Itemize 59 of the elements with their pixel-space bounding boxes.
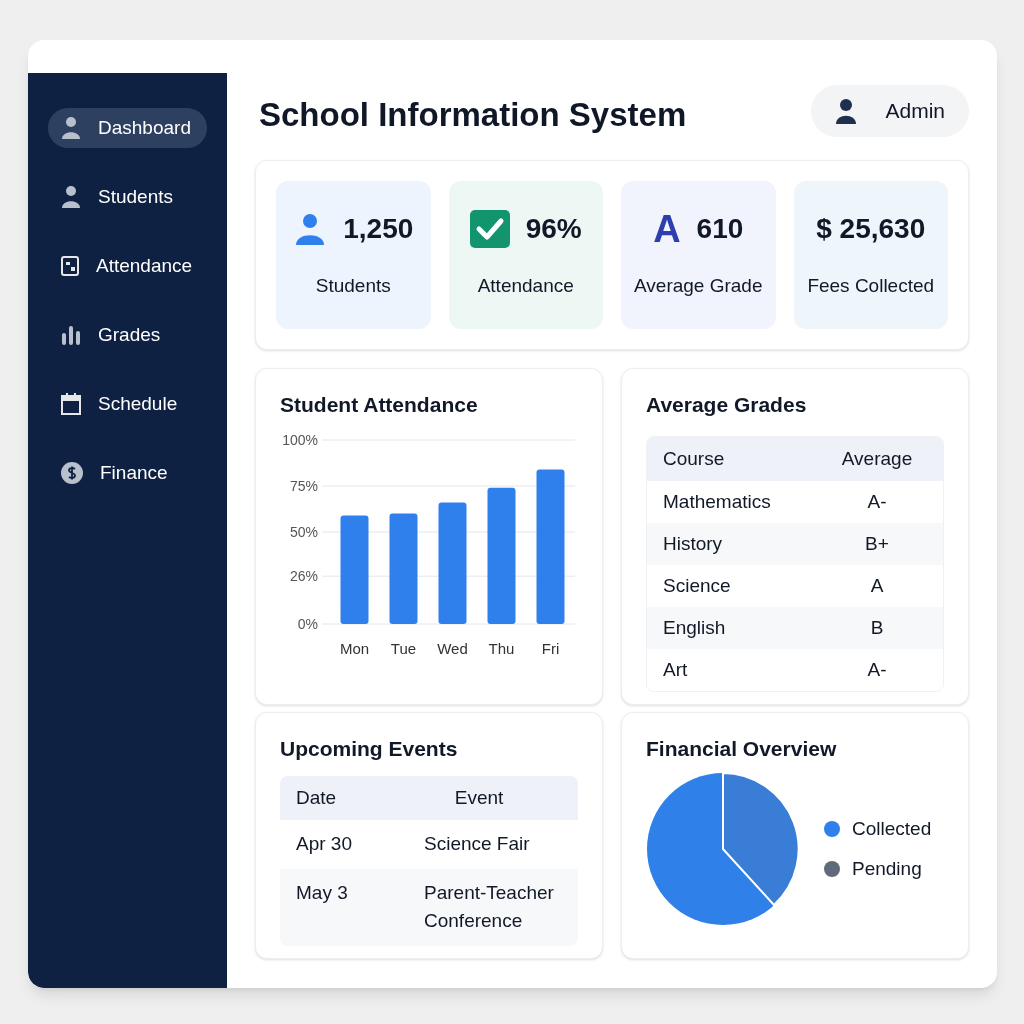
app-title: School Information System — [259, 95, 687, 135]
stat-label: Attendance — [477, 274, 574, 299]
sidebar-item[interactable]: Finance — [48, 453, 207, 493]
column-header: Date — [296, 785, 338, 810]
calendar-icon — [60, 392, 82, 416]
table-cell-text: Science Fair — [424, 832, 531, 856]
panel-title: Student Attendance — [280, 391, 479, 418]
legend-label: Pending — [852, 857, 922, 881]
stat-value: $ 25,630 — [816, 212, 926, 247]
stat-value: 610 — [696, 212, 744, 247]
sidebar-item[interactable]: Attendance — [48, 246, 207, 286]
column-header: Course — [663, 446, 726, 471]
axis-label: Tue — [390, 640, 417, 657]
bar-chart-icon — [60, 324, 82, 346]
axis-label: 26% — [289, 568, 318, 585]
table-cell-text: A- — [866, 657, 888, 682]
stat-label: Fees Collected — [807, 274, 935, 299]
table-cell-text: Mathematics — [663, 489, 772, 514]
axis-label: Fri — [541, 640, 560, 657]
stat-value: 1,250 — [343, 212, 414, 247]
axis-label: 50% — [289, 524, 318, 540]
checkbox-icon — [469, 210, 510, 249]
user-icon — [835, 97, 858, 124]
axis-label: 75% — [289, 478, 318, 494]
sidebar-item[interactable]: Dashboard — [48, 108, 207, 148]
panel-title: Financial Overview — [646, 735, 838, 762]
table-cell-text: Parent-Teacher Conference — [424, 880, 555, 933]
stat-label: Average Grade — [634, 274, 763, 299]
person-icon — [60, 185, 82, 209]
person-icon — [60, 116, 82, 140]
sidebar-item[interactable]: Grades — [48, 315, 207, 355]
table-cell-text: History — [663, 531, 724, 556]
axis-label: 0% — [297, 616, 318, 632]
dollar-icon — [60, 461, 84, 485]
axis-label: Mon — [339, 640, 370, 657]
user-button[interactable]: Admin — [811, 84, 969, 137]
letter-icon: A — [653, 210, 681, 249]
stat-value: 96% — [525, 212, 582, 247]
legend-label: Collected — [852, 816, 932, 841]
sidebar-item[interactable]: Students — [48, 177, 207, 217]
table-cell-text: A — [869, 573, 885, 598]
table-cell-text: Art — [663, 657, 689, 682]
calendar-icon — [60, 255, 80, 277]
table-cell-text: May 3 — [296, 880, 349, 905]
stat-label: Students — [315, 274, 391, 299]
table-cell-text: A- — [866, 489, 888, 514]
table-cell-text: B+ — [864, 531, 890, 556]
sidebar-item[interactable]: Schedule — [48, 384, 207, 424]
table-cell-text: Science — [663, 573, 732, 598]
table-cell-text: English — [663, 615, 727, 640]
column-header: Average — [840, 446, 914, 471]
column-header: Event — [453, 785, 505, 810]
table-cell-text: Apr 30 — [296, 832, 353, 856]
axis-label: Thu — [488, 640, 515, 657]
axis-label: 100% — [282, 432, 318, 448]
table-cell-text: B — [869, 615, 885, 640]
panel-title: Upcoming Events — [280, 735, 459, 762]
axis-label: Wed — [437, 640, 468, 657]
panel-title: Average Grades — [646, 391, 808, 418]
